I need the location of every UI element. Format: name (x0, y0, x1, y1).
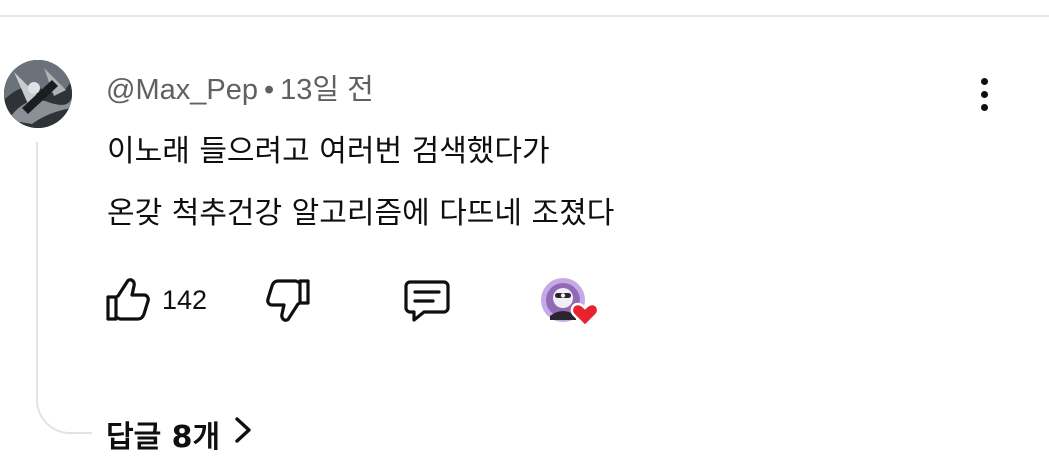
top-divider (0, 15, 1049, 17)
like-button[interactable]: 142 (104, 276, 207, 324)
thumbs-down-icon (266, 279, 310, 322)
replies-label: 답글 8개 (106, 420, 221, 455)
comment-icon (404, 280, 450, 322)
chevron-right-icon (234, 416, 252, 452)
meta-separator: • (263, 74, 275, 106)
comment-text-line-1: 이노래 들으려고 여러번 검색했다가 (107, 134, 550, 169)
avatar-image (4, 60, 72, 128)
like-count: 142 (162, 284, 208, 315)
comment-time: 13일 전 (280, 74, 374, 106)
view-replies-button[interactable]: 답글 8개 (106, 412, 252, 456)
avatar[interactable] (4, 60, 72, 128)
creator-heart-icon (541, 278, 600, 328)
comment-meta: @Max_Pep • 13일 전 (106, 66, 374, 108)
reply-button[interactable] (402, 276, 452, 324)
creator-heart (540, 276, 602, 330)
thread-line (36, 142, 92, 434)
comment-text-line-2: 온갖 척추건강 알고리즘에 다뜨네 조졌다 (107, 196, 615, 231)
more-vert-icon (980, 77, 988, 85)
dislike-button[interactable] (264, 276, 312, 324)
thumbs-up-icon (106, 278, 150, 321)
more-button[interactable] (966, 74, 1002, 114)
author-name[interactable]: @Max_Pep (106, 74, 258, 106)
